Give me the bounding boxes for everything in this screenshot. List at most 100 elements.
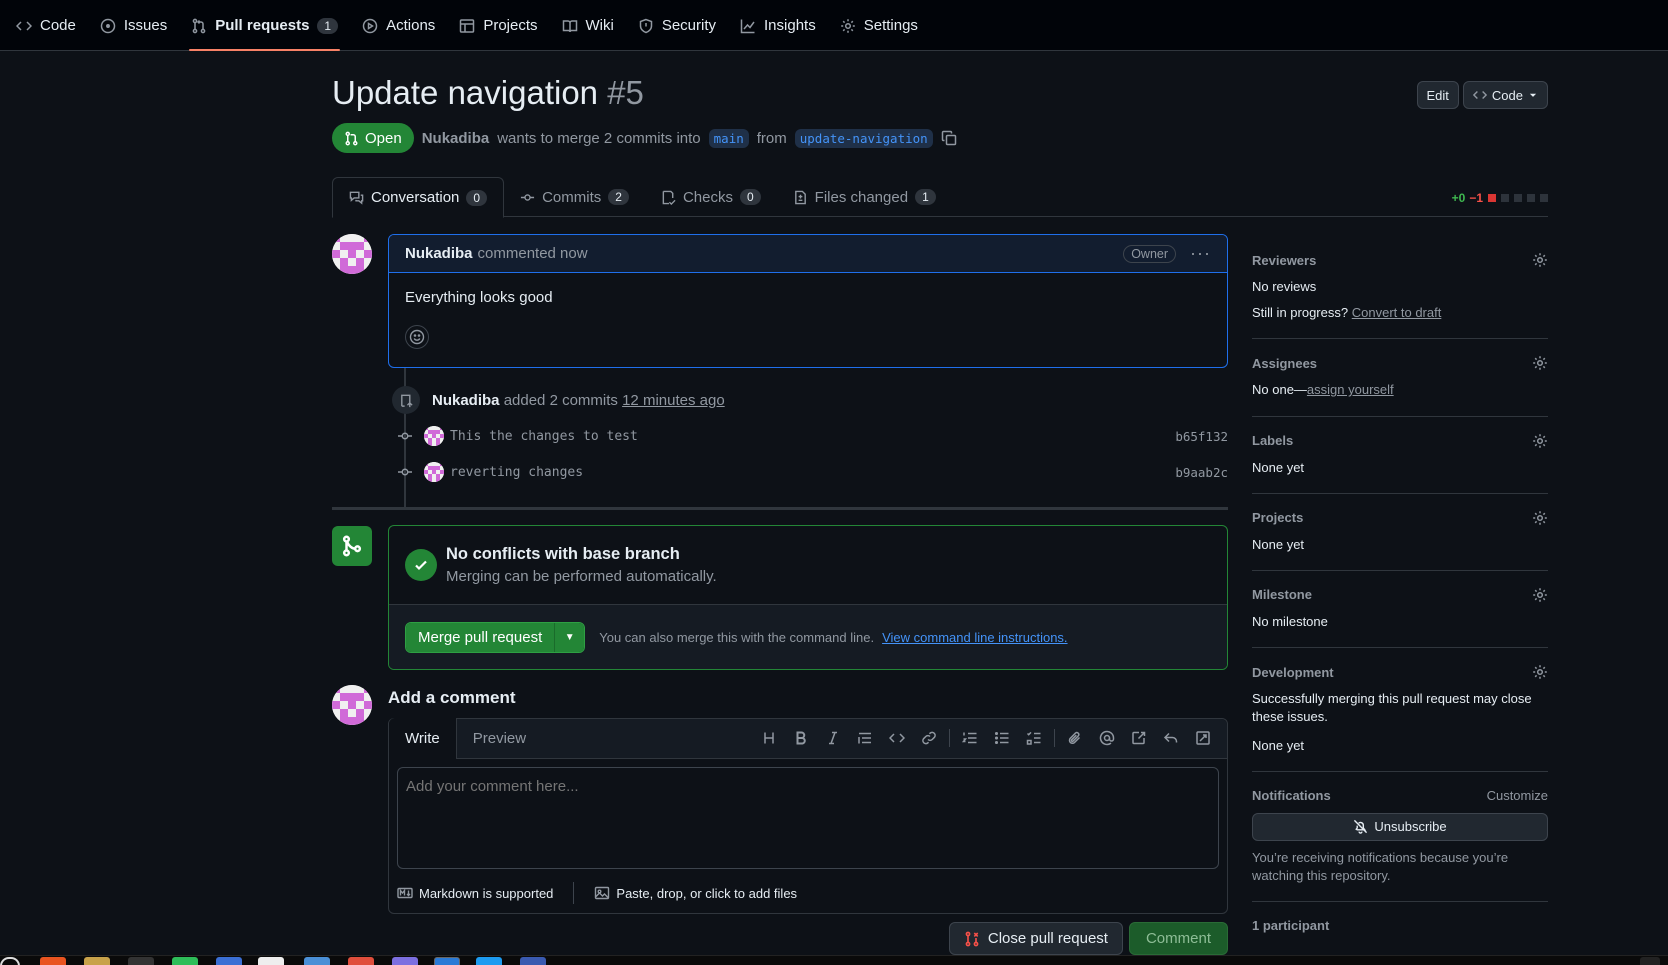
pr-author-link[interactable]: Nukadiba [422,130,490,147]
code-dropdown-button[interactable]: Code [1462,81,1548,109]
kebab-menu-icon[interactable]: ··· [1190,243,1211,264]
avatar[interactable] [424,426,444,446]
comment-submit-button[interactable]: Comment [1128,922,1228,955]
tab-checks[interactable]: Checks 0 [645,177,777,217]
folder-icon[interactable] [84,957,110,965]
commits-event: Nukadiba added 2 commits 12 minutes ago [392,386,725,414]
merge-pull-request-button[interactable]: Merge pull request [406,622,555,652]
comment-header: Nukadiba commented now Owner ··· [389,235,1227,273]
tab-preview[interactable]: Preview [457,718,542,758]
event-time[interactable]: 12 minutes ago [622,392,725,409]
tab-conversation[interactable]: Conversation 0 [332,177,505,218]
app-icon[interactable] [216,957,242,965]
nav-code[interactable]: Code [4,0,88,51]
merge-subtitle: Merging can be performed automatically. [446,568,717,585]
commit-icon [521,193,535,201]
app-icon[interactable] [348,957,374,965]
customize-notifications-link[interactable]: Customize [1487,788,1548,803]
paperclip-icon[interactable] [1059,722,1091,754]
tab-checks-label: Checks [682,188,733,206]
comment-body: Everything looks good [405,289,553,306]
base-branch[interactable]: main [708,128,749,148]
app-icon[interactable] [172,957,198,965]
quote-icon[interactable] [849,722,881,754]
head-branch[interactable]: update-navigation [794,128,933,148]
repo-push-icon [392,386,420,414]
link-icon[interactable] [913,722,945,754]
commit-message[interactable]: reverting changes [450,465,583,480]
event-author[interactable]: Nukadiba [432,392,500,409]
close-pull-request-button[interactable]: Close pull request [948,922,1123,955]
convert-to-draft-link[interactable]: Convert to draft [1352,305,1442,320]
assign-yourself-link[interactable]: assign yourself [1307,382,1394,397]
list-item: reverting changes b9aab2c [396,460,1228,484]
attach-files-button[interactable]: Paste, drop, or click to add files [616,886,797,901]
commit-message[interactable]: This the changes to test [450,429,638,444]
nav-security[interactable]: Security [626,0,728,51]
app-icon[interactable] [304,957,330,965]
tab-commits[interactable]: Commits 2 [504,177,645,217]
system-tray-icon[interactable] [1640,957,1660,965]
bulleted-list-icon[interactable] [986,722,1018,754]
gear-icon[interactable] [1532,252,1548,268]
heading-icon[interactable] [753,722,785,754]
app-icon[interactable] [476,957,502,965]
nav-insights[interactable]: Insights [728,0,828,51]
smiley-icon [409,329,425,345]
unsubscribe-button[interactable]: Unsubscribe [1252,812,1548,841]
comment-author[interactable]: Nukadiba [405,245,473,262]
copy-icon[interactable] [941,130,957,146]
merge-button-group: Merge pull request ▼ [405,621,586,653]
launcher-icon[interactable] [0,957,20,965]
bold-icon[interactable] [785,722,817,754]
nav-wiki[interactable]: Wiki [550,0,626,51]
merge-method-dropdown[interactable]: ▼ [554,622,585,652]
code-button-label: Code [1491,87,1523,103]
edit-button[interactable]: Edit [1416,81,1459,109]
nav-pull-requests[interactable]: Pull requests 1 [179,0,350,51]
sidebar-notifications: Notifications Customize Unsubscribe You’r… [1252,772,1548,903]
markdown-supported-link[interactable]: Markdown is supported [419,886,553,901]
browser-icon[interactable] [434,957,460,965]
nav-issues-label: Issues [123,17,168,34]
gear-icon[interactable] [1532,664,1548,680]
cross-reference-icon[interactable] [1123,722,1155,754]
nav-settings[interactable]: Settings [828,0,930,51]
status-badge: Open [332,123,414,153]
nav-projects[interactable]: Projects [447,0,549,51]
comment-textarea[interactable] [397,767,1219,869]
commit-sha[interactable]: b65f132 [1175,429,1228,444]
command-line-instructions-link[interactable]: View command line instructions. [882,630,1067,645]
comment-timestamp[interactable]: commented now [478,245,588,262]
avatar[interactable] [424,462,444,482]
app-icon[interactable] [40,957,66,965]
app-icon[interactable] [258,957,284,965]
tab-write[interactable]: Write [389,718,457,759]
reply-icon[interactable] [1155,722,1187,754]
nav-actions[interactable]: Actions [350,0,447,51]
nav-issues[interactable]: Issues [88,0,179,51]
numbered-list-icon[interactable] [954,722,986,754]
pull-request-closed-icon [965,931,979,946]
terminal-icon[interactable] [128,957,154,965]
tab-files-changed[interactable]: Files changed 1 [777,177,952,217]
diffstat-block [1501,194,1509,202]
app-icon[interactable] [392,957,418,965]
code-icon [1472,91,1487,99]
app-icon[interactable] [520,957,546,965]
commit-sha[interactable]: b9aab2c [1175,465,1228,480]
add-reaction-button[interactable] [405,325,429,349]
fullscreen-icon[interactable] [1187,722,1219,754]
mention-icon[interactable] [1091,722,1123,754]
code-icon[interactable] [881,722,913,754]
task-list-icon[interactable] [1018,722,1050,754]
commit-icon [398,432,412,440]
gear-icon[interactable] [1532,433,1548,449]
gear-icon[interactable] [1532,355,1548,371]
diffstat-block [1527,194,1535,202]
avatar[interactable] [332,234,372,274]
avatar[interactable] [332,685,372,725]
gear-icon[interactable] [1532,510,1548,526]
italic-icon[interactable] [817,722,849,754]
gear-icon[interactable] [1532,587,1548,603]
